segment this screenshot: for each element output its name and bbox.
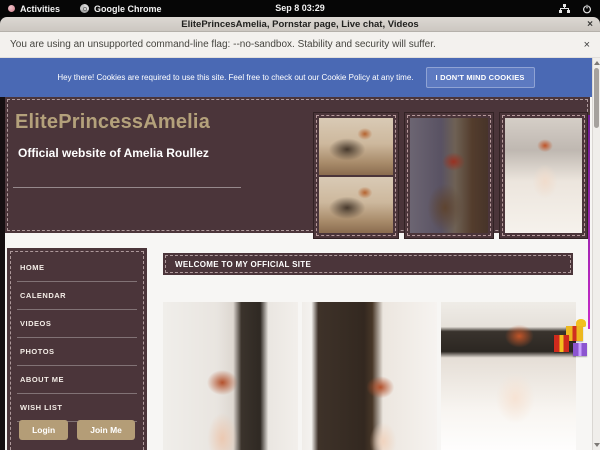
gift-ribbon [588,115,590,329]
join-me-button[interactable]: Join Me [77,420,135,440]
scrollbar-down-icon[interactable] [594,443,600,447]
chrome-infobar: You are using an unsupported command-lin… [0,32,600,58]
desktop-screen: Activities Google Chrome Sep 8 03:29 E [0,0,600,450]
header-divider [13,187,241,188]
sidebar-menu: HOME CALENDAR VIDEOS PHOTOS ABOUT ME WIS… [17,254,137,422]
cookie-banner: Hey there! Cookies are required to use t… [0,58,592,97]
sidebar: HOME CALENDAR VIDEOS PHOTOS ABOUT ME WIS… [7,248,147,450]
photo-row [163,302,576,450]
app-menu-button[interactable]: Google Chrome [80,4,162,14]
welcome-heading: WELCOME TO MY OFFICIAL SITE [163,253,573,275]
site-title[interactable]: ElitePrincessAmelia [15,111,210,134]
network-icon[interactable] [559,4,570,14]
activities-dot-icon [8,5,15,12]
gift-box-red-icon [554,335,569,352]
gifts-widget[interactable] [554,319,592,365]
header-photo-1-bottom [319,177,393,234]
model-photo-2[interactable] [302,302,437,450]
sidebar-item-videos[interactable]: VIDEOS [17,310,137,338]
window-close-icon[interactable]: × [587,17,593,32]
window-title-bar[interactable]: ElitePrincesAmelia, Pornstar page, Live … [0,17,600,32]
sidebar-buttons: Login Join Me [7,420,147,440]
sidebar-item-about-me[interactable]: ABOUT ME [17,366,137,394]
header-photo-2[interactable] [404,112,494,239]
infobar-close-icon[interactable]: × [584,39,590,51]
gnome-top-bar: Activities Google Chrome Sep 8 03:29 [0,0,600,17]
activities-button[interactable]: Activities [8,4,60,14]
sidebar-item-wish-list[interactable]: WISH LIST [17,394,137,422]
header-photo-3-image [505,118,582,233]
power-icon[interactable] [582,4,592,14]
scrollbar-up-icon[interactable] [594,61,600,65]
header-photo-2-image [410,118,488,233]
login-button[interactable]: Login [19,420,68,440]
sidebar-item-photos[interactable]: PHOTOS [17,338,137,366]
clock[interactable]: Sep 8 03:29 [275,0,325,17]
model-photo-1[interactable] [163,302,298,450]
cookie-accept-button[interactable]: I DON'T MIND COOKIES [426,67,535,88]
sidebar-item-home[interactable]: HOME [17,254,137,282]
infobar-message: You are using an unsupported command-lin… [10,39,436,50]
page-scrollbar[interactable] [592,58,600,450]
app-menu-label: Google Chrome [94,4,162,14]
header-photo-1-top [319,118,393,175]
chrome-icon [80,4,89,13]
sidebar-item-calendar[interactable]: CALENDAR [17,282,137,310]
gift-box-purple-icon [573,343,587,356]
activities-label: Activities [20,4,60,14]
header-photo-1[interactable] [313,112,399,239]
header-photo-3[interactable] [499,112,588,239]
cookie-message: Hey there! Cookies are required to use t… [57,73,413,82]
window-title: ElitePrincesAmelia, Pornstar page, Live … [181,19,418,30]
site-subtitle: Official website of Amelia Roullez [18,146,209,160]
scrollbar-thumb[interactable] [594,68,599,128]
